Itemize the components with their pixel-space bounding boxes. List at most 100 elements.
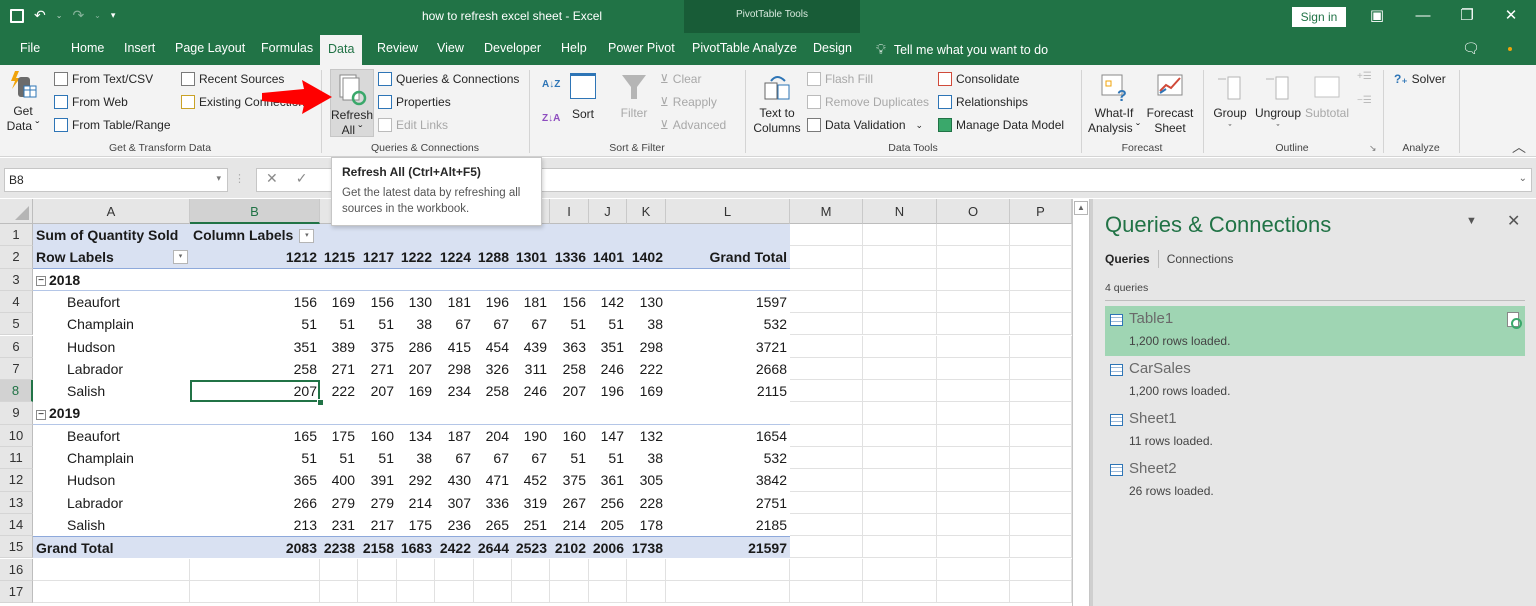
row-label[interactable]: Beaufort bbox=[33, 425, 190, 447]
pivot-value[interactable]: 214 bbox=[550, 514, 589, 536]
pivot-value[interactable]: 207 bbox=[358, 380, 397, 402]
pivot-value[interactable]: 430 bbox=[435, 469, 474, 491]
pivot-value[interactable]: 67 bbox=[512, 447, 550, 469]
cell-e16[interactable] bbox=[397, 558, 435, 581]
cell-j17[interactable] bbox=[589, 580, 627, 604]
cell-n3[interactable] bbox=[863, 268, 937, 291]
cell-f9[interactable] bbox=[435, 402, 474, 425]
column-grand-total[interactable]: 1738 bbox=[627, 536, 666, 559]
pivot-value[interactable]: 279 bbox=[320, 492, 358, 514]
pivot-value[interactable]: 67 bbox=[474, 447, 512, 469]
row-header-15[interactable]: 15 bbox=[0, 536, 33, 559]
cell-o4[interactable] bbox=[937, 290, 1010, 314]
cell-m15[interactable] bbox=[790, 536, 863, 559]
cell-n2[interactable] bbox=[863, 246, 937, 269]
expand-formula-bar-icon[interactable]: ⌄ bbox=[1519, 173, 1527, 184]
collapse-ribbon-icon[interactable]: ︿ bbox=[1512, 137, 1526, 157]
row-label[interactable]: Labrador bbox=[33, 358, 190, 380]
enter-icon[interactable]: ✓ bbox=[296, 170, 308, 187]
cell-c3[interactable] bbox=[320, 269, 358, 291]
tab-file[interactable]: File bbox=[20, 41, 40, 55]
pivot-value[interactable]: 267 bbox=[550, 492, 589, 514]
pivot-value[interactable]: 156 bbox=[550, 291, 589, 313]
pivot-value[interactable]: 51 bbox=[190, 447, 320, 469]
cell-p6[interactable] bbox=[1010, 335, 1072, 358]
row-label[interactable]: Hudson bbox=[33, 336, 190, 358]
pivot-value[interactable]: 181 bbox=[512, 291, 550, 313]
cell-e9[interactable] bbox=[397, 402, 435, 425]
pivot-value[interactable]: 389 bbox=[320, 336, 358, 358]
pivot-value[interactable]: 196 bbox=[589, 380, 627, 402]
spreadsheet-grid[interactable]: ABCDEFGHIJKLMNOP1Sum of Quantity SoldCol… bbox=[0, 199, 1072, 606]
column-header-b[interactable]: B bbox=[190, 199, 320, 224]
cell-p15[interactable] bbox=[1010, 536, 1072, 559]
pivot-value[interactable]: 207 bbox=[550, 380, 589, 402]
get-data-button[interactable]: Get Data ˇ bbox=[6, 71, 40, 134]
cell-o14[interactable] bbox=[937, 513, 1010, 537]
pivot-value[interactable]: 51 bbox=[589, 313, 627, 335]
column-grand-total[interactable]: 2006 bbox=[589, 536, 627, 559]
cell-d3[interactable] bbox=[358, 269, 397, 291]
pivot-value[interactable]: 228 bbox=[627, 492, 666, 514]
column-header-m[interactable]: M bbox=[790, 199, 863, 224]
pivot-value[interactable]: 213 bbox=[190, 514, 320, 536]
cell-j9[interactable] bbox=[589, 402, 627, 425]
column-header-i[interactable]: I bbox=[550, 199, 589, 224]
pivot-column-key[interactable]: 1336 bbox=[550, 246, 589, 269]
cell-p9[interactable] bbox=[1010, 402, 1072, 425]
solver-button[interactable]: ?₊ Solver bbox=[1394, 72, 1446, 86]
pivot-value[interactable]: 292 bbox=[397, 469, 435, 491]
row-label[interactable]: Champlain bbox=[33, 313, 190, 335]
select-all-corner[interactable] bbox=[0, 199, 33, 224]
filter-button[interactable]: Filter bbox=[614, 73, 654, 121]
cell-c17[interactable] bbox=[320, 580, 358, 604]
column-grand-total[interactable]: 1683 bbox=[397, 536, 435, 559]
row-header-5[interactable]: 5 bbox=[0, 313, 33, 336]
pivot-value[interactable]: 181 bbox=[435, 291, 474, 313]
pivot-value[interactable]: 311 bbox=[512, 358, 550, 380]
cell-m9[interactable] bbox=[790, 402, 863, 425]
row-label[interactable]: Beaufort bbox=[33, 291, 190, 313]
pivot-value[interactable]: 187 bbox=[435, 425, 474, 447]
consolidate-button[interactable]: Consolidate bbox=[938, 72, 1019, 86]
cell-k16[interactable] bbox=[627, 558, 666, 581]
cell-p14[interactable] bbox=[1010, 513, 1072, 537]
pivot-value[interactable]: 231 bbox=[320, 514, 358, 536]
pivot-value[interactable]: 286 bbox=[397, 336, 435, 358]
pivot-value[interactable]: 222 bbox=[320, 380, 358, 402]
cell-m11[interactable] bbox=[790, 447, 863, 470]
row-label[interactable]: Hudson bbox=[33, 469, 190, 491]
cell-a9[interactable]: −2019 bbox=[33, 402, 190, 425]
relationships-button[interactable]: Relationships bbox=[938, 95, 1028, 109]
tab-developer[interactable]: Developer bbox=[484, 41, 541, 55]
tell-me-search[interactable]: 💡︎ Tell me what you want to do bbox=[876, 41, 1048, 58]
pivot-value[interactable]: 452 bbox=[512, 469, 550, 491]
cell-b17[interactable] bbox=[190, 580, 320, 604]
cell-m3[interactable] bbox=[790, 268, 863, 291]
query-item-carsales[interactable]: CarSales 1,200 rows loaded. bbox=[1105, 356, 1525, 406]
pivot-value[interactable]: 169 bbox=[627, 380, 666, 402]
column-grand-total[interactable]: 2422 bbox=[435, 536, 474, 559]
pivot-value[interactable]: 67 bbox=[435, 447, 474, 469]
pivot-value[interactable]: 298 bbox=[627, 336, 666, 358]
cell-g1[interactable] bbox=[474, 224, 512, 247]
cell-k9[interactable] bbox=[627, 402, 666, 425]
pivot-value[interactable]: 51 bbox=[550, 313, 589, 335]
cell-o5[interactable] bbox=[937, 313, 1010, 336]
pivot-value[interactable]: 256 bbox=[589, 492, 627, 514]
cell-e17[interactable] bbox=[397, 580, 435, 604]
tab-design[interactable]: Design bbox=[813, 41, 852, 55]
pivot-value[interactable]: 217 bbox=[358, 514, 397, 536]
pivot-value[interactable]: 160 bbox=[550, 425, 589, 447]
grand-total-label[interactable]: Grand Total bbox=[33, 536, 190, 559]
pivot-value[interactable]: 190 bbox=[512, 425, 550, 447]
chevron-down-icon[interactable]: ▾ bbox=[216, 173, 221, 184]
text-to-columns-button[interactable]: Text to Columns bbox=[752, 73, 802, 136]
cell-n4[interactable] bbox=[863, 290, 937, 314]
pivot-value[interactable]: 271 bbox=[320, 358, 358, 380]
minimize-button[interactable]: — bbox=[1408, 5, 1438, 27]
pivot-value[interactable]: 169 bbox=[397, 380, 435, 402]
cell-a2[interactable]: Row Labels ▾ bbox=[33, 246, 190, 269]
column-grand-total[interactable]: 2523 bbox=[512, 536, 550, 559]
pivot-value[interactable]: 266 bbox=[190, 492, 320, 514]
